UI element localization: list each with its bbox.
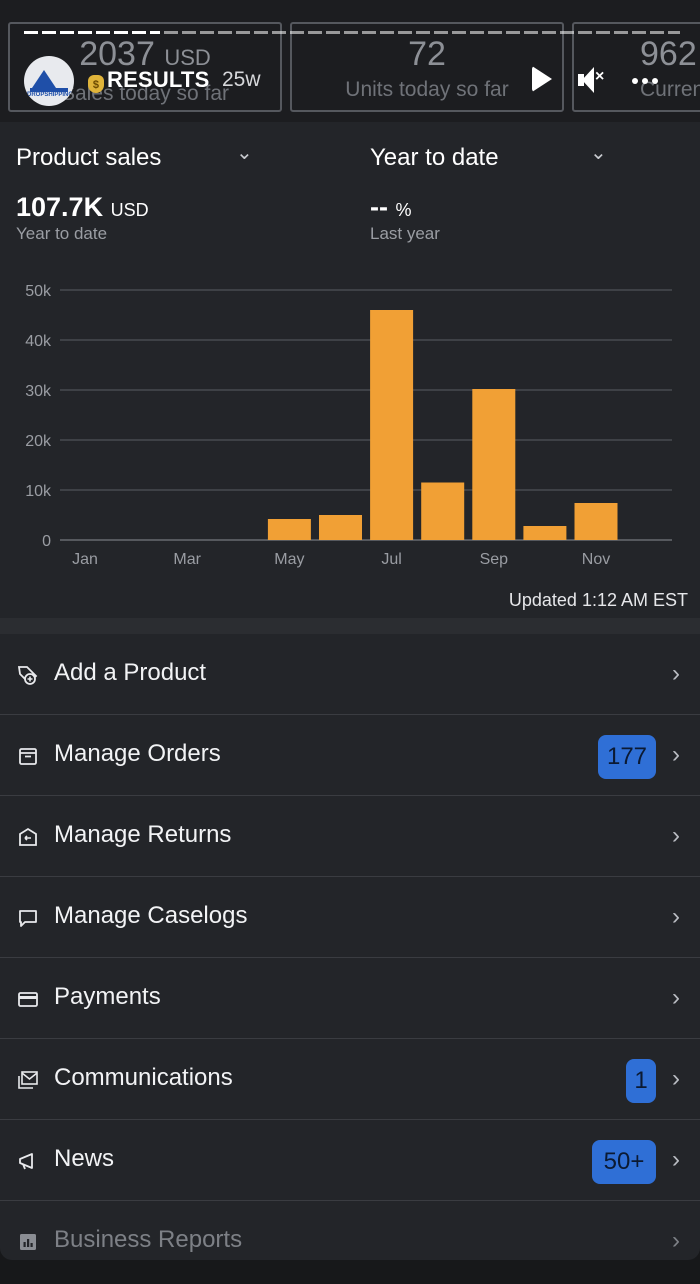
chevron-right-icon: › bbox=[672, 1227, 680, 1254]
comparison-value-text: -- bbox=[370, 192, 388, 222]
chevron-down-icon: ⌄ bbox=[590, 142, 607, 164]
y-tick-label: 50k bbox=[25, 283, 52, 300]
chevron-right-icon: › bbox=[672, 903, 680, 930]
period-dropdown-label: Year to date bbox=[370, 144, 499, 171]
sales-total-unit: USD bbox=[110, 200, 149, 220]
return-box-icon bbox=[17, 826, 39, 848]
bar-aug[interactable] bbox=[421, 482, 465, 541]
story-progress-remaining bbox=[164, 31, 680, 34]
menu-item-label: News bbox=[54, 1145, 115, 1172]
menu-item-payments[interactable]: Payments › bbox=[0, 958, 700, 1039]
sales-total-caption: Year to date bbox=[16, 224, 108, 243]
menu-item-label: Business Reports bbox=[54, 1226, 243, 1253]
tag-plus-icon bbox=[17, 664, 39, 686]
sales-summary-section: Product sales ⌄ Year to date ⌄ 107.7K US… bbox=[0, 122, 700, 618]
seller-menu-list: Add a Product › Manage Orders 177 › Manage Re… bbox=[0, 634, 700, 1260]
sales-bar-chart: 0 10k 20k 30k 40k 50k Jan Mar May Jul Sep Nov bbox=[25, 283, 672, 568]
period-dropdown[interactable]: Year to date ⌄ bbox=[370, 142, 610, 172]
chevron-right-icon: › bbox=[672, 741, 680, 768]
megaphone-icon bbox=[17, 1150, 39, 1172]
menu-item-label: Add a Product bbox=[54, 659, 207, 686]
credit-card-icon bbox=[17, 988, 39, 1010]
menu-item-manage-returns[interactable]: Manage Returns › bbox=[0, 796, 700, 877]
mute-icon[interactable]: × bbox=[572, 62, 608, 98]
sales-total-value: 107.7K bbox=[16, 192, 104, 222]
more-options-icon[interactable] bbox=[630, 62, 666, 98]
box-icon bbox=[17, 745, 39, 767]
chevron-right-icon: › bbox=[672, 984, 680, 1011]
menu-item-label: Manage Caselogs bbox=[54, 902, 248, 929]
menu-item-label: Manage Returns bbox=[54, 821, 232, 848]
count-badge: 177 bbox=[598, 735, 656, 779]
story-title[interactable]: $ RESULTS bbox=[88, 67, 209, 93]
menu-item-business-reports[interactable]: Business Reports › bbox=[0, 1201, 700, 1260]
story-progress-bar bbox=[24, 31, 680, 35]
updated-timestamp: Updated 1:12 AM EST bbox=[508, 590, 688, 610]
menu-item-manage-orders[interactable]: Manage Orders 177 › bbox=[0, 715, 700, 796]
bar-nov[interactable] bbox=[574, 503, 618, 540]
x-tick-label: Jan bbox=[72, 551, 98, 568]
menu-item-news[interactable]: News 50+ › bbox=[0, 1120, 700, 1201]
y-tick-label: 20k bbox=[25, 433, 52, 450]
envelope-icon bbox=[17, 1069, 39, 1091]
money-bag-icon: $ bbox=[88, 75, 104, 93]
chevron-right-icon: › bbox=[672, 1146, 680, 1173]
logo-mark-icon bbox=[32, 70, 56, 88]
count-badge: 1 bbox=[626, 1059, 656, 1103]
bar-jun[interactable] bbox=[319, 515, 362, 540]
menu-item-label: Communications bbox=[54, 1064, 233, 1091]
chevron-right-icon: › bbox=[672, 1065, 680, 1092]
menu-item-label: Manage Orders bbox=[54, 740, 221, 767]
seller-app-screen: 2037 USD Sales today so far 72 Units tod… bbox=[0, 0, 700, 1260]
count-badge: 50+ bbox=[592, 1140, 656, 1184]
story-progress-done bbox=[24, 31, 160, 34]
menu-item-communications[interactable]: Communications 1 › bbox=[0, 1039, 700, 1120]
x-tick-label: Mar bbox=[173, 551, 201, 568]
bar-jul[interactable] bbox=[370, 310, 414, 540]
comparison-value: -- % bbox=[370, 192, 412, 223]
x-tick-label: May bbox=[274, 551, 304, 568]
comparison-unit: % bbox=[395, 200, 412, 220]
story-timestamp: 25w bbox=[222, 68, 261, 91]
bar-may[interactable] bbox=[267, 519, 311, 540]
avatar-logo-text: DROPSHIPPING bbox=[27, 92, 74, 98]
comparison-caption: Last year bbox=[370, 224, 440, 243]
menu-item-manage-caselogs[interactable]: Manage Caselogs › bbox=[0, 877, 700, 958]
x-tick-label: Sep bbox=[480, 551, 509, 568]
play-icon[interactable] bbox=[524, 62, 560, 98]
bar-oct[interactable] bbox=[523, 526, 567, 540]
y-tick-label: 30k bbox=[25, 383, 52, 400]
menu-item-label: Payments bbox=[54, 983, 161, 1010]
y-tick-label: 0 bbox=[42, 533, 51, 550]
story-header: DROPSHIPPING $ RESULTS 25w × bbox=[24, 56, 680, 106]
x-tick-label: Jul bbox=[381, 551, 401, 568]
chevron-right-icon: › bbox=[672, 822, 680, 849]
metric-dropdown[interactable]: Product sales ⌄ bbox=[16, 142, 256, 172]
avatar[interactable]: DROPSHIPPING bbox=[24, 56, 74, 106]
y-tick-label: 40k bbox=[25, 333, 52, 350]
x-tick-label: Nov bbox=[582, 551, 610, 568]
chevron-right-icon: › bbox=[672, 660, 680, 687]
chat-bubble-icon bbox=[17, 907, 39, 929]
story-title-text: RESULTS bbox=[107, 67, 210, 92]
metric-dropdown-label: Product sales bbox=[16, 144, 162, 171]
bar-chart-icon bbox=[17, 1231, 39, 1253]
today-metrics-strip: 2037 USD Sales today so far 72 Units tod… bbox=[0, 0, 700, 122]
section-divider bbox=[0, 618, 700, 634]
y-tick-label: 10k bbox=[25, 483, 52, 500]
menu-item-add-a-product[interactable]: Add a Product › bbox=[0, 634, 700, 715]
chevron-down-icon: ⌄ bbox=[236, 142, 253, 164]
bar-sep[interactable] bbox=[472, 389, 516, 540]
sales-total: 107.7K USD bbox=[16, 192, 149, 223]
